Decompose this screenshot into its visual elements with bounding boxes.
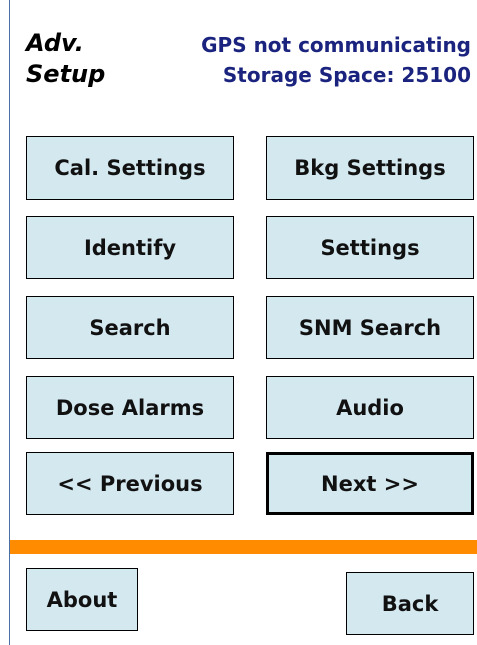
page-title-line2: Setup	[26, 60, 106, 88]
dose-alarms-button[interactable]: Dose Alarms	[26, 376, 234, 439]
identify-button[interactable]: Identify	[26, 216, 234, 279]
search-button[interactable]: Search	[26, 296, 234, 359]
gps-status-text: GPS not communicating	[201, 33, 471, 57]
back-button[interactable]: Back	[346, 572, 474, 635]
accent-divider-bar	[10, 540, 477, 554]
page-title-line1: Adv.	[26, 29, 84, 57]
audio-button[interactable]: Audio	[266, 376, 474, 439]
storage-space-text: Storage Space: 25100	[222, 63, 471, 87]
page-title: Adv. Setup	[26, 28, 105, 90]
status-panel: GPS not communicating Storage Space: 251…	[201, 30, 471, 90]
bkg-settings-button[interactable]: Bkg Settings	[266, 136, 474, 200]
about-button[interactable]: About	[26, 568, 138, 631]
settings-button[interactable]: Settings	[266, 216, 474, 279]
next-button[interactable]: Next >>	[266, 452, 474, 515]
previous-button[interactable]: << Previous	[26, 452, 234, 515]
cal-settings-button[interactable]: Cal. Settings	[26, 136, 234, 200]
snm-search-button[interactable]: SNM Search	[266, 296, 474, 359]
